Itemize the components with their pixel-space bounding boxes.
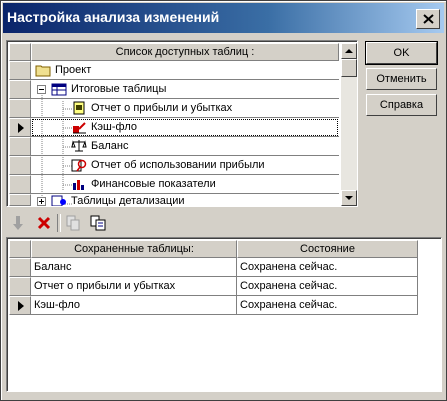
saved-row-name[interactable]: Баланс <box>31 258 237 277</box>
paste-icon[interactable] <box>89 214 107 232</box>
saved-row-name[interactable]: Отчет о прибыли и убытках <box>31 277 237 296</box>
current-row-arrow-icon <box>18 301 24 311</box>
row-indicator <box>9 61 31 80</box>
tree-item-financial-indicators[interactable]: Финансовые показатели <box>31 175 339 194</box>
move-down-icon[interactable] <box>10 214 26 232</box>
row-indicator <box>9 194 31 206</box>
dialog-window: Настройка анализа изменений Список досту… <box>0 0 447 401</box>
report-icon <box>73 101 85 115</box>
tree-item-cashflow[interactable]: Кэш-фло <box>31 118 339 137</box>
close-button[interactable] <box>416 9 440 29</box>
balance-icon <box>71 140 87 152</box>
collapse-icon[interactable] <box>37 85 46 94</box>
saved-tables-grid: Сохраненные таблицы: Состояние Баланс Со… <box>6 237 442 392</box>
tree-item-balance[interactable]: Баланс <box>31 137 339 156</box>
current-row-indicator[interactable] <box>9 118 31 137</box>
saved-row-state[interactable]: Сохранена сейчас. <box>237 277 418 296</box>
available-tables-header: Список доступных таблиц : <box>31 43 339 61</box>
header-indicator <box>9 240 31 258</box>
copy-disabled-icon[interactable] <box>65 214 81 232</box>
row-indicator <box>9 277 31 296</box>
toolbar <box>7 212 127 234</box>
tree-item-label: Таблицы детализации <box>71 195 185 206</box>
vertical-scrollbar[interactable] <box>341 43 357 206</box>
cashflow-icon <box>73 122 86 134</box>
tree-item-label: Баланс <box>91 140 129 152</box>
tree-item-label: Отчет об использовании прибыли <box>91 159 265 171</box>
saved-row-state[interactable]: Сохранена сейчас. <box>237 296 418 315</box>
scroll-up-button[interactable] <box>341 43 357 59</box>
table-icon <box>51 83 67 96</box>
row-indicator <box>9 258 31 277</box>
expand-icon[interactable] <box>37 197 46 206</box>
arrow-down-icon <box>345 196 353 200</box>
current-row-indicator[interactable] <box>9 296 31 315</box>
window-title: Настройка анализа изменений <box>7 9 220 25</box>
tree-item-label: Финансовые показатели <box>91 178 216 190</box>
tree-item-detail-tables[interactable]: Таблицы детализации <box>31 194 339 206</box>
title-bar: Настройка анализа изменений <box>3 3 444 33</box>
help-button[interactable]: Справка <box>366 94 437 116</box>
tree-item-label: Отчет о прибыли и убытках <box>91 102 233 114</box>
close-icon <box>423 14 434 24</box>
toolbar-separator <box>57 214 61 232</box>
scroll-down-button[interactable] <box>341 190 357 206</box>
saved-tables-col-name: Сохраненные таблицы: <box>31 240 237 258</box>
cancel-button[interactable]: Отменить <box>366 68 437 90</box>
scroll-thumb[interactable] <box>341 59 357 77</box>
ok-button[interactable]: OK <box>365 41 438 65</box>
saved-tables-col-state: Состояние <box>237 240 418 258</box>
tree-item-label: Итоговые таблицы <box>71 83 167 95</box>
row-indicator <box>9 156 31 175</box>
folder-icon <box>35 65 51 77</box>
delete-icon[interactable] <box>37 216 51 230</box>
tree-item-profit-usage[interactable]: Отчет об использовании прибыли <box>31 156 339 175</box>
tree-item-profit-loss[interactable]: Отчет о прибыли и убытках <box>31 99 339 118</box>
tree-item-label: Проект <box>55 64 92 76</box>
row-indicator <box>9 80 31 99</box>
current-row-arrow-icon <box>18 123 24 133</box>
financial-indicators-icon <box>73 180 84 190</box>
row-indicator <box>9 99 31 118</box>
saved-row-name[interactable]: Кэш-фло <box>31 296 237 315</box>
profit-usage-icon <box>71 159 87 172</box>
available-tables-grid: Список доступных таблиц : Проект Итоговы… <box>6 40 358 207</box>
header-indicator <box>9 43 31 61</box>
arrow-up-icon <box>345 49 353 53</box>
row-indicator <box>9 137 31 156</box>
tree-item-label: Кэш-фло <box>91 121 137 133</box>
detail-tables-icon <box>51 195 66 206</box>
saved-row-state[interactable]: Сохранена сейчас. <box>237 258 418 277</box>
tree-item-summary-tables[interactable]: Итоговые таблицы <box>31 80 339 99</box>
tree-item-project[interactable]: Проект <box>31 61 339 80</box>
row-indicator <box>9 175 31 194</box>
